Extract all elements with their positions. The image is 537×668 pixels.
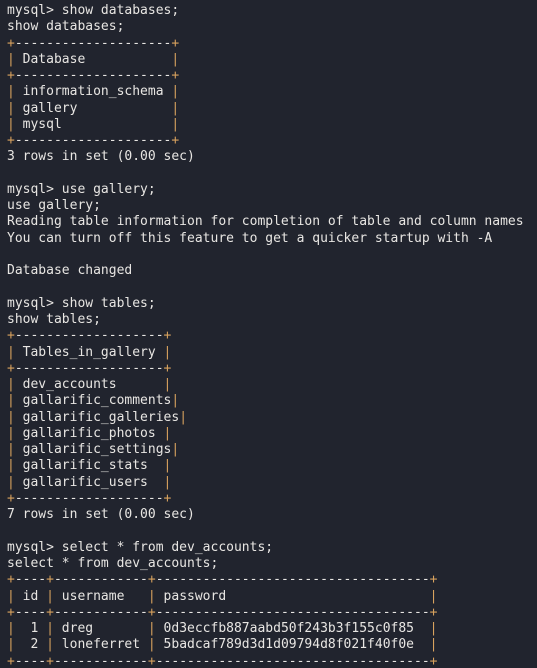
table-row: | gallarific_galleries| bbox=[7, 409, 188, 425]
table-row: | dev_accounts | bbox=[7, 377, 172, 393]
table-row: | mysql | bbox=[7, 116, 180, 132]
table-rule-header: +----+------------+---------------------… bbox=[7, 604, 438, 620]
table-row: | gallarific_stats | bbox=[7, 458, 172, 474]
table-row: | gallarific_comments| bbox=[7, 393, 180, 409]
echoed-command: select * from dev_accounts; bbox=[7, 556, 219, 572]
command-line: mysql> show databases; bbox=[7, 3, 180, 18]
echoed-command: use gallery; bbox=[7, 198, 101, 214]
table-header-row: | Tables_in_gallery | bbox=[7, 344, 172, 360]
terminal-output[interactable]: mysql> show databases; show databases; +--… bbox=[0, 0, 537, 668]
table-row: | gallarific_photos | bbox=[7, 425, 172, 441]
table-rule-bottom: +-------------------+ bbox=[7, 490, 172, 506]
table-rule-bottom: +----+------------+---------------------… bbox=[7, 653, 438, 668]
echoed-command: show tables; bbox=[7, 312, 101, 328]
command-line: mysql> use gallery; bbox=[7, 181, 156, 197]
status-line: 3 rows in set (0.00 sec) bbox=[7, 149, 195, 165]
table-header-row: | Database | bbox=[7, 51, 180, 67]
table-rule-bottom: +--------------------+ bbox=[7, 133, 180, 149]
table-rule-header: +--------------------+ bbox=[7, 68, 180, 84]
table-rule-top: +-------------------+ bbox=[7, 328, 172, 344]
table-row: | information_schema | bbox=[7, 84, 180, 100]
table-header-row: | id | username | password | bbox=[7, 588, 438, 604]
status-line: Database changed bbox=[7, 263, 133, 279]
table-row: | gallarific_users | bbox=[7, 474, 172, 490]
echoed-command: show databases; bbox=[7, 19, 125, 35]
table-rule-top: +----+------------+---------------------… bbox=[7, 572, 438, 588]
table-row: | gallery | bbox=[7, 100, 180, 116]
table-row: | gallarific_settings| bbox=[7, 442, 180, 458]
command-line: mysql> select * from dev_accounts; bbox=[7, 539, 274, 555]
table-row: | 2 | loneferret | 5badcaf789d3d1d09794d… bbox=[7, 637, 438, 653]
table-rule-header: +-------------------+ bbox=[7, 360, 172, 376]
command-line: mysql> show tables; bbox=[7, 295, 156, 311]
notice-line: Reading table information for completion… bbox=[7, 214, 524, 230]
table-row: | 1 | dreg | 0d3eccfb887aabd50f243b3f155… bbox=[7, 621, 438, 637]
table-rule-top: +--------------------+ bbox=[7, 35, 180, 51]
notice-line: You can turn off this feature to get a q… bbox=[7, 230, 493, 246]
status-line: 7 rows in set (0.00 sec) bbox=[7, 507, 195, 523]
